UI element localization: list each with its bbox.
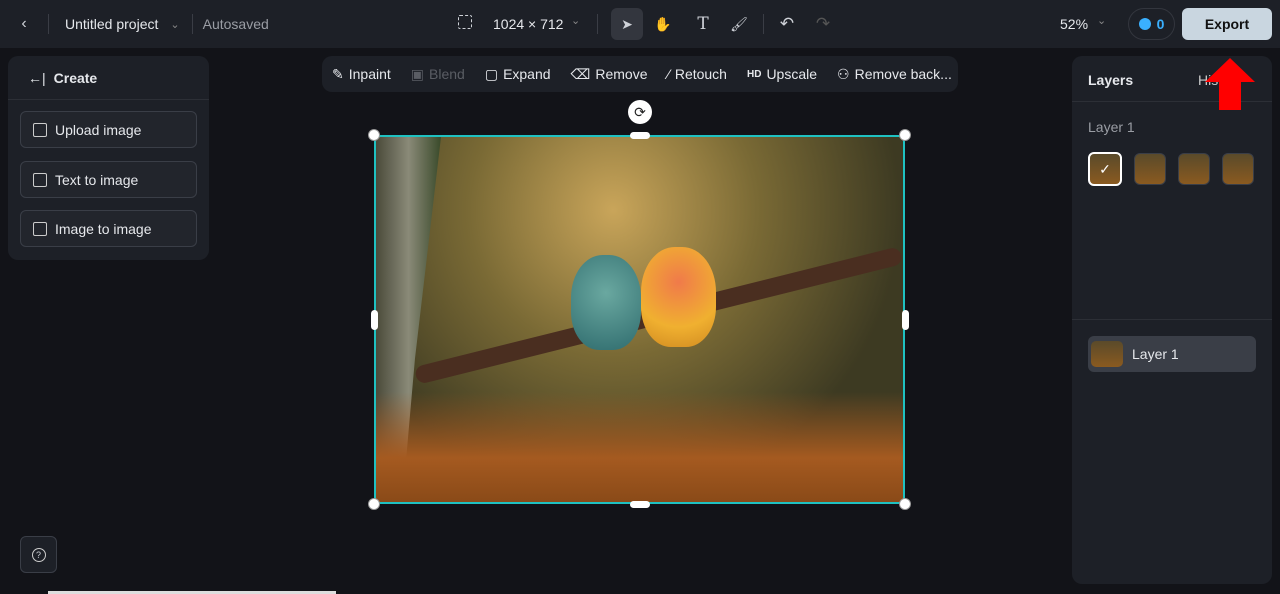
tool-label: Retouch (674, 66, 727, 82)
inpaint-icon: ✎ (332, 65, 344, 82)
autosave-status: Autosaved (202, 16, 269, 32)
canvas-image[interactable] (374, 135, 905, 504)
forest-floor (376, 392, 903, 502)
collapse-left-icon[interactable]: ←| (28, 70, 46, 86)
redo-icon[interactable]: ↷ (812, 12, 834, 36)
zoom-level[interactable]: 52% (1060, 16, 1088, 32)
inpaint-button[interactable]: ✎ Inpaint (332, 66, 391, 83)
text-to-image-icon (33, 172, 47, 187)
upscale-button[interactable]: HD Upscale (747, 66, 817, 82)
blend-button[interactable]: ▣ Blend (411, 66, 465, 83)
remove-background-icon: ⚇ (837, 65, 850, 82)
brush-tool-icon[interactable]: 🖌 (728, 12, 750, 36)
upload-image-button[interactable]: Upload image (20, 111, 197, 148)
chevron-down-icon[interactable]: ⌄ (170, 18, 179, 31)
canvas-size[interactable]: 1024 × 712 (493, 16, 563, 32)
image-to-image-icon (33, 221, 47, 236)
image-to-image-button[interactable]: Image to image (20, 210, 197, 247)
divider (763, 14, 764, 34)
resize-handle-bottom-right[interactable] (899, 498, 911, 510)
resize-canvas-icon[interactable] (458, 15, 472, 29)
divider (48, 14, 49, 34)
create-panel: ←| Create Upload image Text to image Ima… (8, 56, 209, 260)
variation-thumbnail[interactable] (1178, 153, 1210, 185)
annotation-arrow (1205, 58, 1255, 110)
tool-label: Inpaint (348, 66, 391, 82)
resize-handle-bottom-left[interactable] (368, 498, 380, 510)
button-label: Upload image (55, 121, 142, 138)
expand-button[interactable]: ▢ Expand (485, 66, 551, 83)
button-label: Image to image (55, 220, 152, 237)
help-button[interactable]: ? (20, 536, 57, 573)
tool-label: Remove back... (854, 66, 952, 82)
eraser-icon: ⌫ (570, 65, 591, 82)
resize-handle-top-right[interactable] (899, 129, 911, 141)
resize-handle-right[interactable] (902, 310, 909, 330)
resize-handle-bottom[interactable] (630, 501, 650, 508)
layers-panel: Layers History Layer 1 ✓ Layer 1 (1072, 56, 1272, 584)
tool-label: Remove (595, 66, 648, 82)
resize-handle-top-left[interactable] (368, 129, 380, 141)
chevron-down-icon[interactable]: ⌄ (571, 14, 580, 27)
layer-group-label: Layer 1 (1088, 119, 1135, 135)
hd-icon: HD (746, 68, 762, 80)
blue-bird (571, 255, 641, 350)
divider (1072, 319, 1272, 320)
hand-tool-icon[interactable]: ✋ (652, 12, 674, 36)
panel-title: Create (53, 69, 98, 86)
expand-icon: ▢ (484, 65, 499, 82)
tool-label: Expand (503, 66, 551, 82)
rotate-handle[interactable]: ⟳ (628, 100, 652, 124)
retouch-button[interactable]: ⁄ Retouch (667, 66, 727, 82)
export-button[interactable]: Export (1182, 8, 1272, 40)
variation-thumbnail-selected[interactable]: ✓ (1088, 152, 1122, 186)
top-bar: ‹ Untitled project ⌄ Autosaved 1024 × 71… (0, 0, 1280, 48)
divider (597, 14, 598, 34)
upload-image-icon (33, 122, 47, 137)
divider (191, 14, 193, 34)
variation-thumbnail[interactable] (1134, 153, 1166, 185)
layer-thumbnail (1090, 340, 1124, 368)
create-header[interactable]: ←| Create (8, 56, 209, 100)
layer-item[interactable]: Layer 1 (1088, 336, 1256, 372)
button-label: Text to image (55, 171, 139, 188)
help-icon: ? (31, 547, 46, 562)
text-tool-icon[interactable]: T (692, 12, 714, 36)
check-icon: ✓ (1099, 160, 1111, 177)
canvas-toolbar: ✎ Inpaint ▣ Blend ▢ Expand ⌫ Remove ⁄ Retouch… (322, 56, 958, 92)
variation-thumbnails: ✓ (1088, 152, 1254, 186)
credit-icon (1138, 18, 1151, 30)
tool-label: Blend (429, 66, 465, 82)
credits-badge[interactable]: 0 (1128, 8, 1175, 40)
text-to-image-button[interactable]: Text to image (20, 161, 197, 198)
variation-thumbnail[interactable] (1222, 153, 1254, 185)
orange-bird (641, 247, 716, 347)
remove-button[interactable]: ⌫ Remove (571, 66, 648, 83)
layer-name: Layer 1 (1132, 346, 1179, 362)
credits-count: 0 (1156, 16, 1165, 32)
resize-handle-top[interactable] (630, 132, 650, 139)
tool-label: Upscale (766, 66, 818, 82)
select-tool-icon[interactable]: ➤ (611, 8, 643, 40)
project-title[interactable]: Untitled project (65, 16, 158, 32)
tab-layers[interactable]: Layers (1088, 72, 1133, 88)
magic-wand-icon: ⁄ (667, 66, 670, 82)
undo-icon[interactable]: ↶ (776, 12, 798, 36)
chevron-down-icon[interactable]: ⌄ (1097, 14, 1106, 27)
back-chevron-icon[interactable]: ‹ (0, 15, 48, 33)
remove-background-button[interactable]: ⚇ Remove back... (837, 66, 952, 83)
resize-handle-left[interactable] (371, 310, 378, 330)
blend-icon: ▣ (410, 65, 425, 82)
